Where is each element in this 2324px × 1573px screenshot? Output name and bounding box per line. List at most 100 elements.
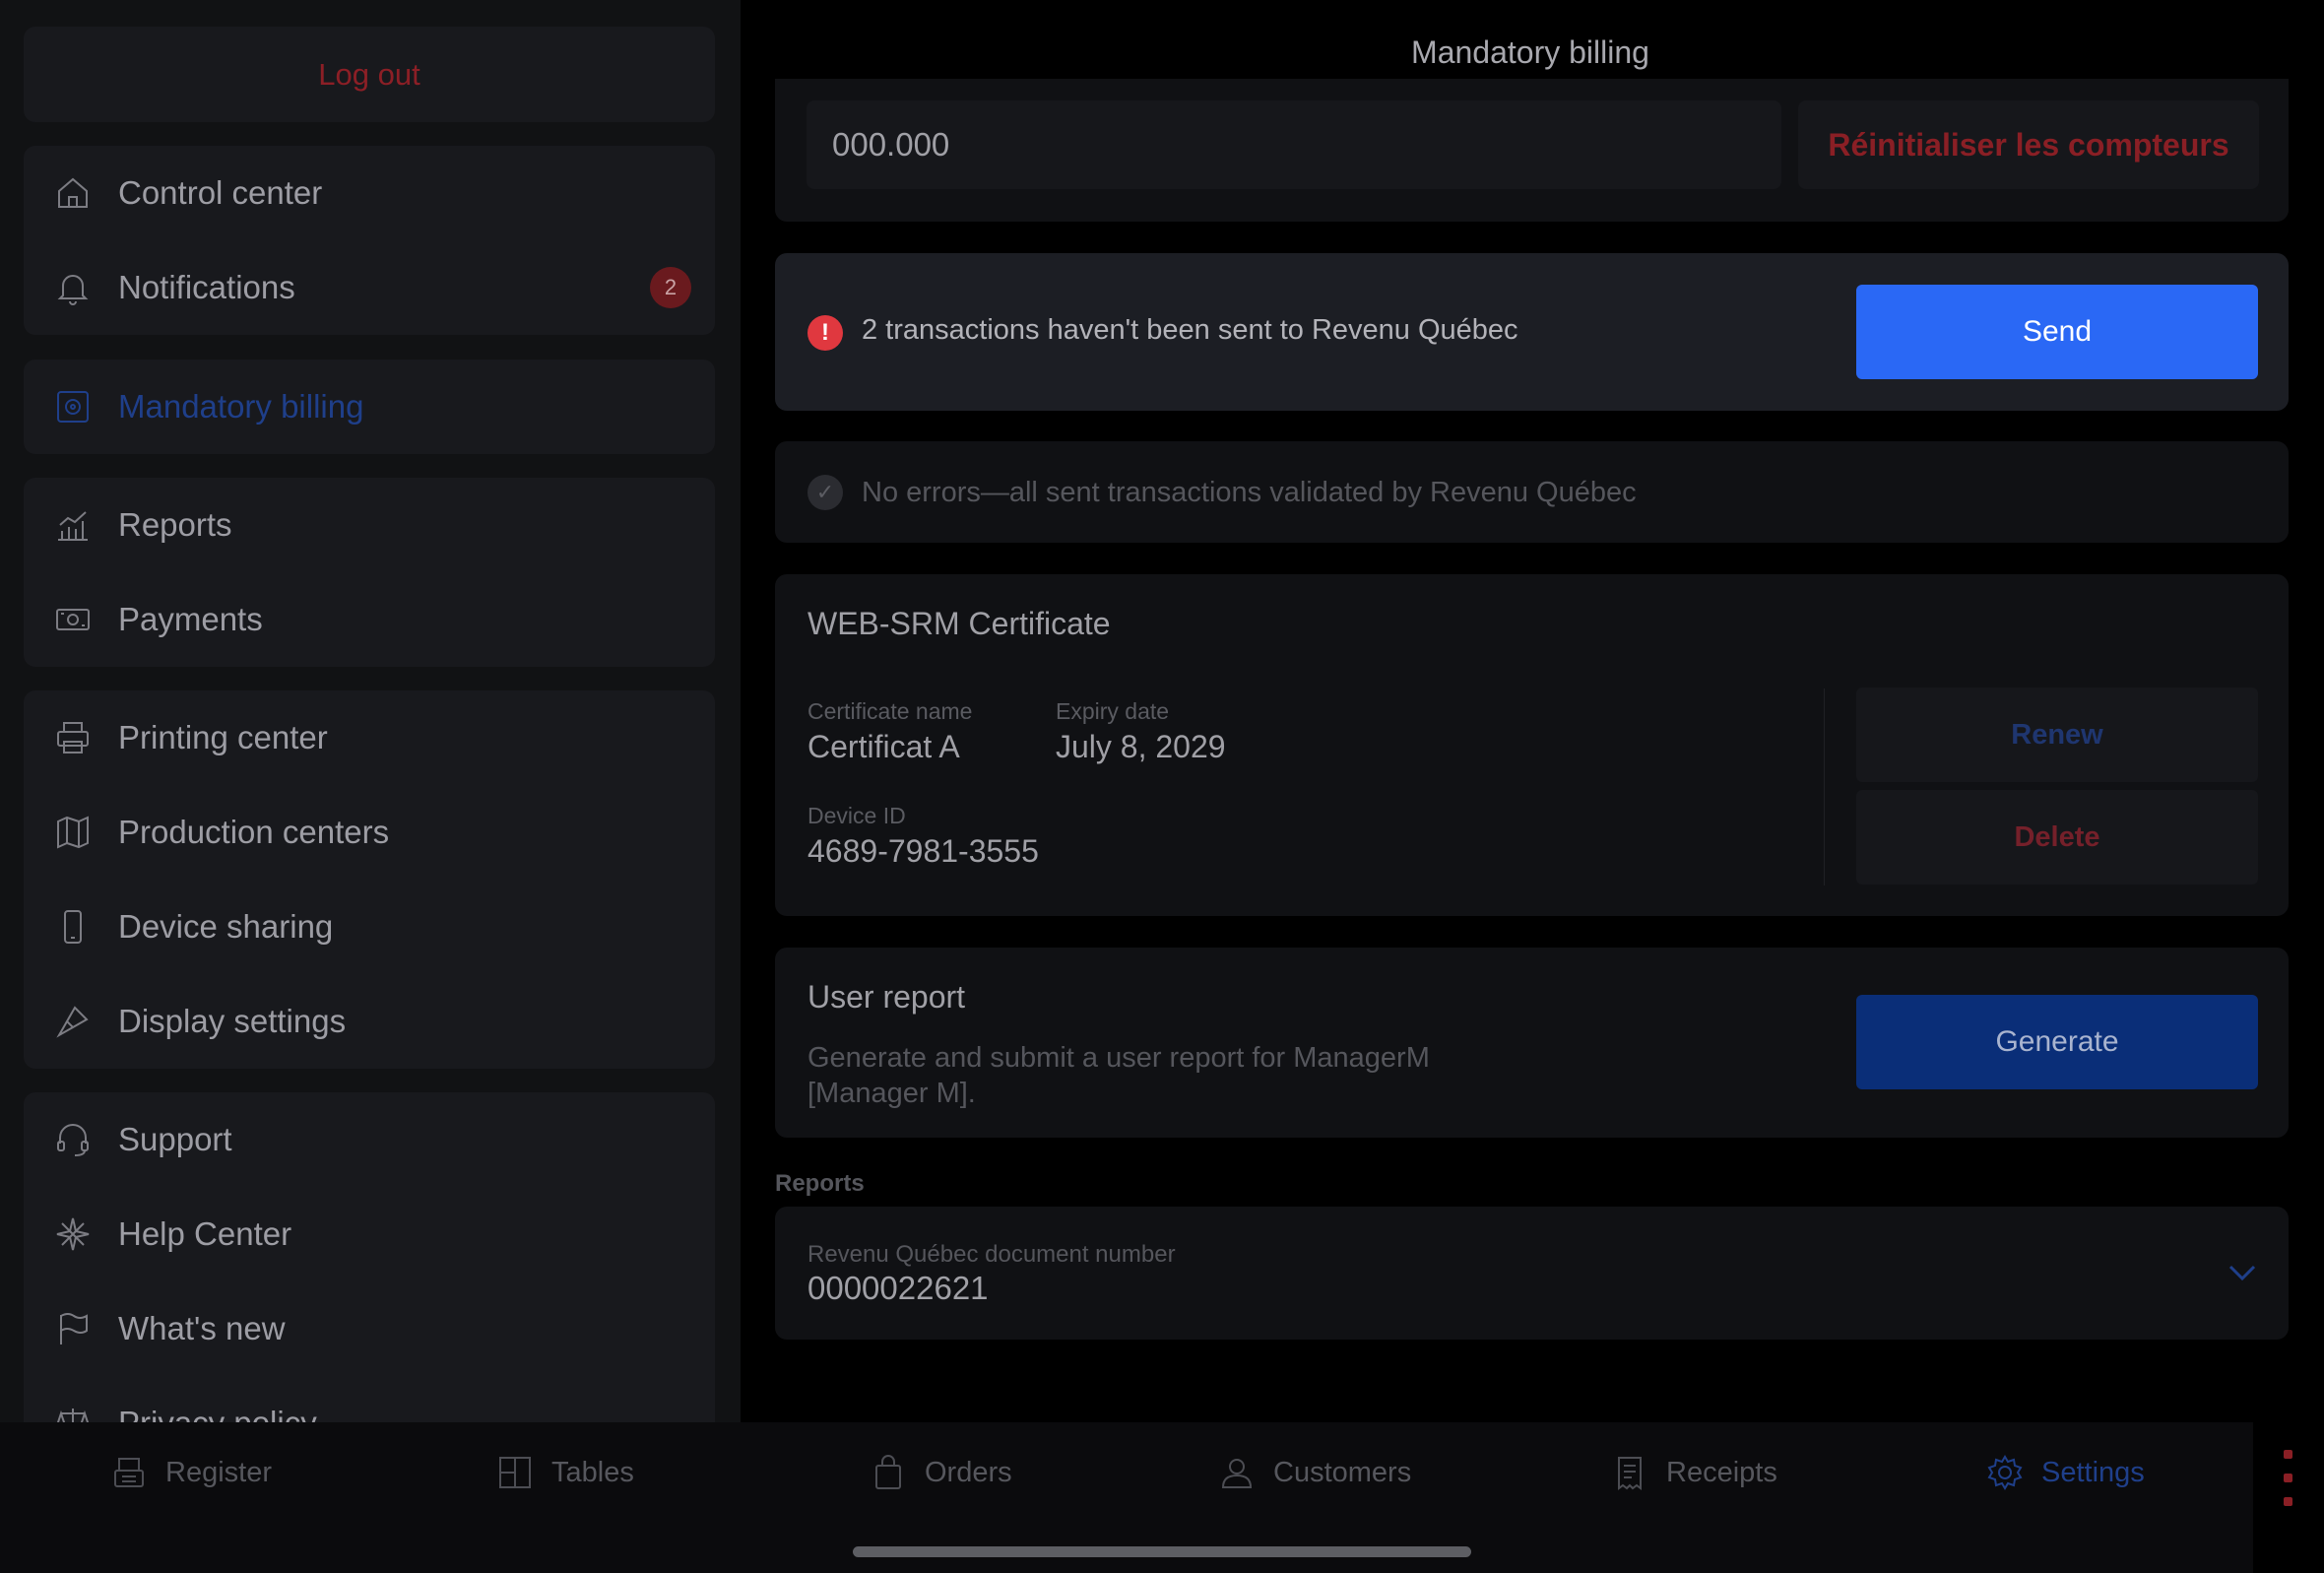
logout-button[interactable]: Log out bbox=[24, 27, 715, 122]
more-menu-handle[interactable] bbox=[2253, 1422, 2324, 1573]
notification-count-badge: 2 bbox=[650, 267, 691, 308]
dot-icon bbox=[2284, 1450, 2292, 1459]
sidebar-item-control-center[interactable]: Control center bbox=[24, 146, 715, 240]
user-report-title: User report bbox=[807, 979, 966, 1015]
expiry-date-value: July 8, 2029 bbox=[1056, 729, 1226, 764]
alert-message: 2 transactions haven't been sent to Reve… bbox=[862, 314, 1518, 346]
tables-icon bbox=[499, 1457, 531, 1488]
sidebar-item-label: Reports bbox=[118, 506, 232, 543]
scale-icon bbox=[53, 1404, 93, 1422]
tab-label: Customers bbox=[1273, 1456, 1412, 1488]
unsent-transactions-alert: ! 2 transactions haven't been sent to Re… bbox=[775, 253, 2289, 411]
billing-icon bbox=[53, 387, 93, 426]
tab-tables[interactable]: Tables bbox=[496, 1452, 634, 1493]
sidebar-item-whats-new[interactable]: What's new bbox=[24, 1281, 715, 1376]
sidebar-item-label: Privacy policy bbox=[118, 1405, 317, 1422]
reset-counters-button[interactable]: Réinitialiser les compteurs bbox=[1798, 100, 2259, 189]
sidebar-item-label: Help Center bbox=[118, 1215, 292, 1252]
sidebar-item-notifications[interactable]: Notifications 2 bbox=[24, 240, 715, 335]
headset-icon bbox=[53, 1120, 93, 1159]
sidebar-item-label: Control center bbox=[118, 174, 323, 211]
sidebar-item-display-settings[interactable]: Display settings bbox=[24, 974, 715, 1069]
sidebar-item-mandatory-billing[interactable]: Mandatory billing bbox=[24, 360, 715, 454]
sidebar-item-payments[interactable]: Payments bbox=[24, 572, 715, 667]
settings-sidebar: Log out Control center Notifications 2 M… bbox=[0, 0, 741, 1422]
bag-icon bbox=[875, 1455, 901, 1489]
cash-icon bbox=[53, 600, 93, 639]
sidebar-group-help: Support Help Center What's new Privacy p… bbox=[24, 1092, 715, 1422]
certificate-divider bbox=[1824, 688, 1825, 885]
chevron-down-icon bbox=[2226, 1256, 2259, 1289]
map-icon bbox=[53, 813, 93, 852]
reports-section-label: Reports bbox=[775, 1170, 865, 1197]
checkmark-icon: ✓ bbox=[807, 475, 843, 510]
tab-label: Tables bbox=[551, 1456, 634, 1488]
send-button[interactable]: Send bbox=[1856, 285, 2258, 379]
flag-icon bbox=[53, 1309, 93, 1348]
certificate-card: WEB-SRM Certificate Certificate name Cer… bbox=[775, 574, 2289, 916]
tab-label: Register bbox=[165, 1456, 272, 1488]
validation-status-card: ✓ No errors—all sent transactions valida… bbox=[775, 441, 2289, 543]
sidebar-item-label: Production centers bbox=[118, 814, 390, 850]
sidebar-item-label: Device sharing bbox=[118, 908, 334, 945]
logout-label: Log out bbox=[318, 56, 420, 92]
sidebar-item-label: Mandatory billing bbox=[118, 388, 364, 425]
document-number-selector[interactable]: Revenu Québec document number 0000022621 bbox=[775, 1207, 2289, 1340]
sidebar-item-production-centers[interactable]: Production centers bbox=[24, 785, 715, 880]
sidebar-item-label: Printing center bbox=[118, 719, 328, 755]
dot-icon bbox=[2284, 1474, 2292, 1482]
tab-receipts[interactable]: Receipts bbox=[1611, 1452, 1777, 1493]
certificate-title: WEB-SRM Certificate bbox=[807, 606, 1111, 641]
tab-label: Receipts bbox=[1666, 1456, 1777, 1488]
receipt-icon bbox=[1618, 1457, 1642, 1490]
counter-value-field: 000.000 bbox=[807, 100, 1781, 189]
document-number-value: 0000022621 bbox=[807, 1270, 989, 1306]
gear-icon bbox=[1987, 1455, 2023, 1490]
counters-card: 000.000 Réinitialiser les compteurs bbox=[775, 79, 2289, 222]
app-root: Log out Control center Notifications 2 M… bbox=[0, 0, 2324, 1573]
sparkle-icon bbox=[53, 1214, 93, 1254]
sidebar-group-billing: Mandatory billing bbox=[24, 360, 715, 454]
sidebar-item-help-center[interactable]: Help Center bbox=[24, 1187, 715, 1281]
tab-label: Settings bbox=[2041, 1456, 2145, 1488]
renew-button[interactable]: Renew bbox=[1856, 688, 2258, 782]
user-icon bbox=[1221, 1459, 1253, 1488]
expiry-date-label: Expiry date bbox=[1056, 698, 1170, 724]
sidebar-item-label: Support bbox=[118, 1121, 232, 1157]
printer-icon bbox=[53, 718, 93, 757]
error-icon: ! bbox=[807, 315, 843, 351]
sidebar-item-device-sharing[interactable]: Device sharing bbox=[24, 880, 715, 974]
bell-icon bbox=[53, 268, 93, 307]
document-number-label: Revenu Québec document number bbox=[807, 1241, 1176, 1268]
sidebar-item-label: Notifications bbox=[118, 269, 295, 305]
certificate-name-value: Certificat A bbox=[807, 729, 960, 764]
sidebar-item-reports[interactable]: Reports bbox=[24, 478, 715, 572]
register-icon bbox=[114, 1458, 144, 1487]
sidebar-item-label: Payments bbox=[118, 601, 263, 637]
sidebar-item-support[interactable]: Support bbox=[24, 1092, 715, 1187]
user-report-card: User report Generate and submit a user r… bbox=[775, 948, 2289, 1138]
sidebar-item-label: What's new bbox=[118, 1310, 286, 1346]
tab-customers[interactable]: Customers bbox=[1218, 1452, 1411, 1493]
sidebar-group-general: Control center Notifications 2 bbox=[24, 146, 715, 335]
sidebar-group-devices: Printing center Production centers Devic… bbox=[24, 690, 715, 1069]
sidebar-item-printing-center[interactable]: Printing center bbox=[24, 690, 715, 785]
generate-button[interactable]: Generate bbox=[1856, 995, 2258, 1089]
tab-settings[interactable]: Settings bbox=[1986, 1452, 2145, 1493]
phone-icon bbox=[53, 907, 93, 947]
sidebar-item-privacy-policy[interactable]: Privacy policy bbox=[24, 1376, 715, 1422]
home-indicator[interactable] bbox=[853, 1546, 1471, 1557]
brush-icon bbox=[53, 1002, 93, 1041]
tab-register[interactable]: Register bbox=[110, 1452, 272, 1493]
validation-status-message: No errors—all sent transactions validate… bbox=[862, 477, 1637, 508]
sidebar-group-finance: Reports Payments bbox=[24, 478, 715, 667]
device-id-value: 4689-7981-3555 bbox=[807, 833, 1039, 869]
certificate-name-label: Certificate name bbox=[807, 698, 973, 724]
tab-label: Orders bbox=[925, 1456, 1012, 1488]
user-report-description: Generate and submit a user report for Ma… bbox=[807, 1042, 1430, 1109]
delete-button[interactable]: Delete bbox=[1856, 790, 2258, 885]
dot-icon bbox=[2284, 1497, 2292, 1506]
tab-orders[interactable]: Orders bbox=[870, 1452, 1012, 1493]
chart-icon bbox=[53, 505, 93, 545]
main-content: Mandatory billing 000.000 Réinitialiser … bbox=[741, 0, 2289, 1422]
